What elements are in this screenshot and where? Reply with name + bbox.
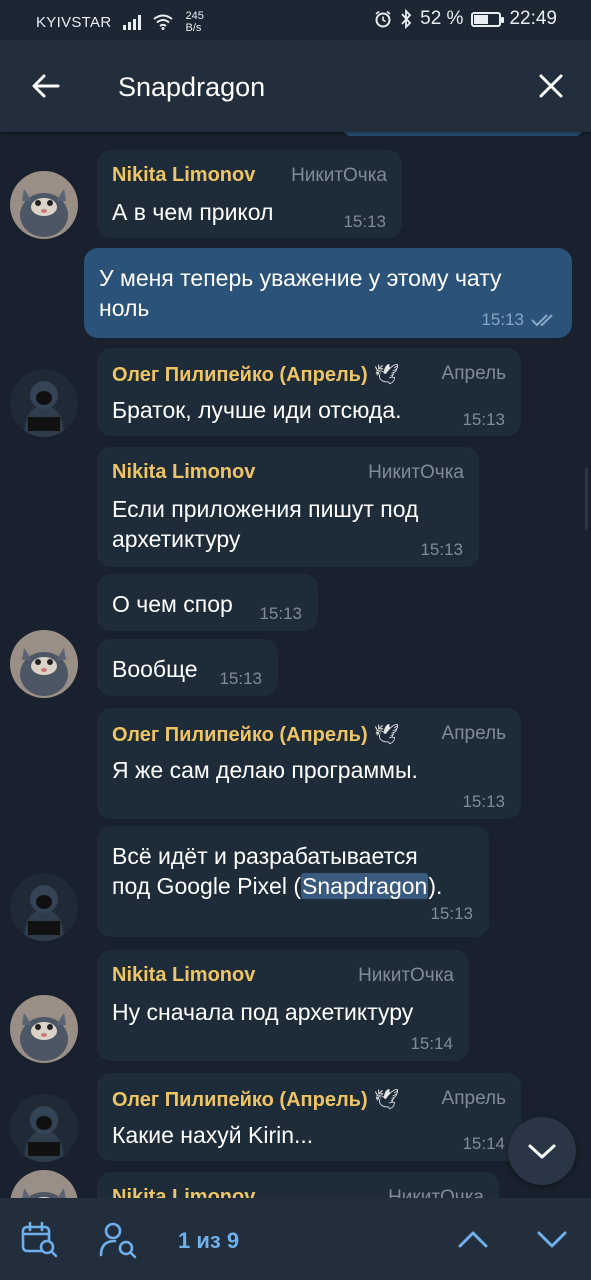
- message-text-line: Всё идёт и разрабатывается: [112, 843, 418, 869]
- calendar-search-icon[interactable]: [20, 1220, 60, 1260]
- avatar[interactable]: [10, 630, 78, 698]
- wifi-icon: [153, 14, 174, 30]
- arrow-left-icon[interactable]: [28, 68, 64, 104]
- message-time: 15:13: [462, 792, 505, 811]
- avatar[interactable]: [10, 873, 78, 941]
- avatar[interactable]: [10, 1094, 78, 1162]
- message-text-line: ноль: [99, 295, 150, 321]
- sender-name[interactable]: Nikita Limonov: [112, 461, 255, 484]
- battery-percent: 52 %: [420, 8, 464, 29]
- status-bar: KYIVSTAR 245 B/s 52 % 22:49: [0, 0, 591, 40]
- close-icon[interactable]: [535, 70, 567, 102]
- sender-name[interactable]: Олег Пилипейко (Апрель) 🕊: [112, 1087, 399, 1112]
- chat-message-list[interactable]: Nikita Limonov НикитОчка А в чем прикол …: [0, 132, 591, 1198]
- user-search-icon[interactable]: [98, 1220, 140, 1260]
- member-title: НикитОчка: [291, 165, 387, 186]
- search-header: Snapdragon: [0, 40, 591, 132]
- member-title: НикитОчка: [388, 1187, 484, 1198]
- speed-unit: B/s: [185, 22, 202, 34]
- message-bubble[interactable]: Олег Пилипейко (Апрель) 🕊 Апрель Какие на…: [97, 1073, 521, 1161]
- dove-emoji: 🕊: [373, 364, 400, 386]
- message-time: 15:14: [410, 1034, 453, 1053]
- chevron-up-icon[interactable]: [456, 1226, 490, 1252]
- outgoing-message-bubble[interactable]: У меня теперь уважение у этому чату ноль…: [84, 248, 572, 338]
- message-bubble[interactable]: Nikita Limonov НикитОчка: [97, 1172, 499, 1198]
- message-text: Браток, лучше иди отсюда.: [112, 397, 402, 423]
- signal-icon: [123, 14, 142, 30]
- sender-name-text: Олег Пилипейко (Апрель): [112, 1089, 368, 1111]
- message-time: 15:13: [462, 410, 505, 429]
- message-text-line: У меня теперь уважение у этому чату: [99, 265, 502, 291]
- sender-name[interactable]: Nikita Limonov: [112, 164, 255, 187]
- message-bubble[interactable]: Nikita Limonov НикитОчка Если приложения…: [97, 447, 479, 567]
- sender-name[interactable]: Nikita Limonov: [112, 1186, 255, 1198]
- alarm-icon: [375, 10, 391, 28]
- message-bubble[interactable]: Вообще 15:13: [97, 639, 278, 696]
- partial-outgoing-bubble: [343, 132, 583, 136]
- sender-name-text: Олег Пилипейко (Апрель): [112, 364, 368, 386]
- message-time: 15:13: [430, 904, 473, 923]
- search-result-counter: 1 из 9: [178, 1228, 240, 1253]
- message-time: 15:13: [343, 212, 386, 231]
- message-time: 15:13: [481, 310, 524, 329]
- message-time: 15:13: [219, 669, 262, 688]
- message-text: О чем спор: [112, 591, 233, 617]
- text-segment: под Google Pixel (: [112, 873, 302, 899]
- member-title: Апрель: [441, 723, 506, 744]
- member-title: НикитОчка: [358, 965, 454, 986]
- message-time: 15:13: [420, 540, 463, 559]
- message-text-line: под Google Pixel (Snapdragon).: [112, 871, 442, 901]
- sender-name[interactable]: Олег Пилипейко (Апрель) 🕊: [112, 722, 399, 747]
- message-text: Вообще: [112, 656, 198, 682]
- search-input[interactable]: Snapdragon: [118, 72, 265, 103]
- message-text: Я же сам делаю программы.: [112, 757, 418, 783]
- speed-value: 245: [185, 10, 204, 22]
- sender-name[interactable]: Nikita Limonov: [112, 964, 255, 987]
- message-text: Какие нахуй Kirin...: [112, 1122, 314, 1148]
- scrollbar[interactable]: [585, 468, 588, 530]
- chevron-down-icon[interactable]: [535, 1226, 569, 1252]
- carrier-label: KYIVSTAR: [36, 13, 112, 31]
- message-text-line: архетиктуру: [112, 526, 241, 552]
- message-text: А в чем прикол: [112, 199, 274, 225]
- dove-emoji: 🕊: [373, 1089, 400, 1111]
- member-title: НикитОчка: [368, 462, 464, 483]
- battery-icon: [471, 11, 505, 27]
- avatar[interactable]: [10, 171, 78, 239]
- bluetooth-icon: [401, 9, 412, 29]
- clock: 22:49: [509, 8, 557, 29]
- search-navigation-bar: 1 из 9: [0, 1198, 591, 1280]
- sender-name[interactable]: Олег Пилипейко (Апрель) 🕊: [112, 362, 399, 387]
- member-title: Апрель: [441, 1088, 506, 1109]
- message-text: Ну сначала под архетиктуру: [112, 999, 414, 1025]
- chevron-down-icon: [528, 1144, 556, 1159]
- message-bubble[interactable]: Nikita Limonov НикитОчка А в чем прикол …: [97, 150, 402, 238]
- message-time: 15:14: [462, 1134, 505, 1153]
- dove-emoji: 🕊: [373, 724, 400, 746]
- sender-name-text: Олег Пилипейко (Апрель): [112, 724, 368, 746]
- avatar[interactable]: [10, 1170, 78, 1198]
- double-check-icon: [531, 314, 553, 327]
- text-segment: ).: [428, 873, 443, 899]
- scroll-down-button[interactable]: [508, 1117, 576, 1185]
- message-bubble[interactable]: Олег Пилипейко (Апрель) 🕊 Апрель Я же сам…: [97, 708, 521, 819]
- search-match-highlight: Snapdragon: [301, 873, 429, 899]
- message-bubble[interactable]: О чем спор 15:13: [97, 574, 318, 631]
- member-title: Апрель: [441, 363, 506, 384]
- avatar[interactable]: [10, 369, 78, 437]
- message-bubble[interactable]: Nikita Limonov НикитОчка Ну сначала под …: [97, 950, 469, 1061]
- message-text-line: Если приложения пишут под: [112, 496, 419, 522]
- message-bubble[interactable]: Олег Пилипейко (Апрель) 🕊 Апрель Браток, …: [97, 348, 521, 436]
- avatar[interactable]: [10, 995, 78, 1063]
- message-bubble[interactable]: Всё идёт и разрабатывается под Google Pi…: [97, 826, 489, 937]
- message-time: 15:13: [259, 604, 302, 623]
- network-speed: 245 B/s: [185, 10, 203, 34]
